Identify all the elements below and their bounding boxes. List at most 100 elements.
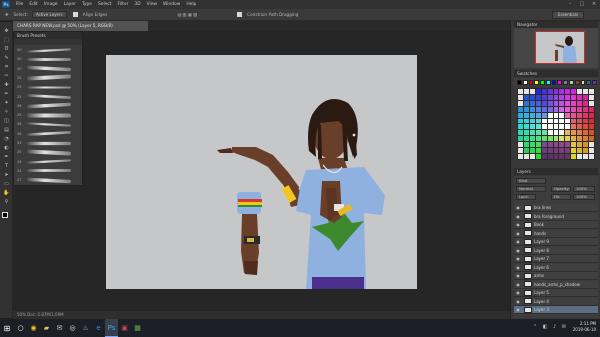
palette-cell[interactable] xyxy=(553,118,559,124)
minimize-icon[interactable]: – xyxy=(564,0,576,9)
chrome-taskbar-icon[interactable]: ◉ xyxy=(27,319,40,337)
palette-cell[interactable] xyxy=(541,142,547,148)
palette-cell[interactable] xyxy=(571,124,577,130)
palette-cell[interactable] xyxy=(553,124,559,130)
layer-row[interactable]: ◉ bra lines xyxy=(514,204,598,212)
palette-cell[interactable] xyxy=(529,154,535,159)
search-taskbar-icon[interactable]: ○ xyxy=(14,319,27,337)
fill-field[interactable]: 100% xyxy=(573,194,595,200)
palette-cell[interactable] xyxy=(559,100,565,106)
palette-cell[interactable] xyxy=(583,112,589,118)
palette-cell[interactable] xyxy=(529,89,535,94)
swatch-color[interactable] xyxy=(545,79,551,85)
palette-cell[interactable] xyxy=(559,89,565,94)
steam-taskbar-icon[interactable]: ♨ xyxy=(79,319,92,337)
layer-row[interactable]: ◉ Layer 6 xyxy=(514,263,598,272)
lasso-tool-icon[interactable]: ʘ xyxy=(3,46,10,52)
eraser-tool-icon[interactable]: ◫ xyxy=(3,118,10,124)
visibility-eye-icon[interactable]: ◉ xyxy=(514,214,522,219)
layer-row[interactable]: ◉ hands xyxy=(514,229,598,238)
palette-cell[interactable] xyxy=(523,124,529,130)
palette-cell[interactable] xyxy=(559,106,565,112)
palette-cell[interactable] xyxy=(589,148,594,154)
palette-cell[interactable] xyxy=(589,154,594,159)
close-icon[interactable]: × xyxy=(588,0,600,9)
swatch-color[interactable] xyxy=(517,79,522,85)
palette-cell[interactable] xyxy=(577,94,583,100)
palette-cell[interactable] xyxy=(559,148,565,154)
palette-cell[interactable] xyxy=(565,130,571,136)
palette-cell[interactable] xyxy=(518,136,523,142)
palette-cell[interactable] xyxy=(535,89,541,94)
layer-row[interactable]: ◉ bra foreground xyxy=(514,212,598,221)
palette-cell[interactable] xyxy=(589,89,594,94)
palette-cell[interactable] xyxy=(553,148,559,154)
palette-cell[interactable] xyxy=(529,148,535,154)
palette-cell[interactable] xyxy=(583,94,589,100)
palette-cell[interactable] xyxy=(518,154,523,159)
palette-cell[interactable] xyxy=(571,106,577,112)
brush-tool-icon[interactable]: ✏ xyxy=(3,91,10,97)
palette-cell[interactable] xyxy=(535,148,541,154)
palette-cell[interactable] xyxy=(529,124,535,130)
menu-image[interactable]: Image xyxy=(41,0,61,9)
palette-cell[interactable] xyxy=(518,142,523,148)
swatch-color[interactable] xyxy=(574,79,580,85)
menu-edit[interactable]: Edit xyxy=(26,0,41,9)
palette-cell[interactable] xyxy=(583,148,589,154)
app-taskbar-icon[interactable]: ▣ xyxy=(118,319,131,337)
palette-cell[interactable] xyxy=(547,130,553,136)
palette-cell[interactable] xyxy=(547,142,553,148)
align-edges-checkbox[interactable] xyxy=(72,12,78,17)
quick-select-tool-icon[interactable]: ✎ xyxy=(3,55,10,61)
palette-cell[interactable] xyxy=(535,124,541,130)
palette-cell[interactable] xyxy=(547,124,553,130)
palette-cell[interactable] xyxy=(523,106,529,112)
visibility-eye-icon[interactable]: ◉ xyxy=(514,273,522,278)
shape-tool-icon[interactable]: ▭ xyxy=(3,181,10,187)
visibility-eye-icon[interactable]: ◉ xyxy=(514,256,522,261)
palette-cell[interactable] xyxy=(547,100,553,106)
menu-help[interactable]: Help xyxy=(183,0,199,9)
palette-cell[interactable] xyxy=(541,130,547,136)
menu-window[interactable]: Window xyxy=(160,0,183,9)
edge-taskbar-icon[interactable]: e xyxy=(92,319,105,337)
menu-type[interactable]: Type xyxy=(79,0,95,9)
history-brush-tool-icon[interactable]: ✧ xyxy=(3,109,10,115)
crop-tool-icon[interactable]: ⌗ xyxy=(3,64,10,70)
layer-row[interactable]: ◉ Layer 4 xyxy=(514,297,598,306)
palette-cell[interactable] xyxy=(547,136,553,142)
brush-preset-item[interactable]: 27 xyxy=(17,176,79,184)
visibility-eye-icon[interactable]: ◉ xyxy=(514,205,522,210)
swatch-color[interactable] xyxy=(563,79,569,85)
clone-tool-icon[interactable]: ✦ xyxy=(3,100,10,106)
palette-cell[interactable] xyxy=(535,142,541,148)
palette-cell[interactable] xyxy=(577,148,583,154)
palette-cell[interactable] xyxy=(547,154,553,159)
palette-cell[interactable] xyxy=(518,89,523,94)
palette-cell[interactable] xyxy=(518,124,523,130)
system-tray-icons[interactable]: ⌃ ◧ ♪ ✉ xyxy=(533,324,568,330)
palette-cell[interactable] xyxy=(565,100,571,106)
align-icons[interactable]: ▤ ▥ ▦ ▧ xyxy=(177,12,197,17)
palette-cell[interactable] xyxy=(529,100,535,106)
layer-row[interactable]: ◉ Layer 5 xyxy=(514,289,598,297)
move-tool-icon[interactable]: ✥ xyxy=(5,12,9,17)
file-explorer-taskbar-icon[interactable]: ▰ xyxy=(40,319,53,337)
palette-cell[interactable] xyxy=(565,154,571,159)
palette-cell[interactable] xyxy=(577,124,583,130)
palette-cell[interactable] xyxy=(541,94,547,100)
brush-preset-item[interactable]: 36 xyxy=(17,102,79,110)
palette-cell[interactable] xyxy=(565,136,571,142)
palette-cell[interactable] xyxy=(523,100,529,106)
visibility-eye-icon[interactable]: ◉ xyxy=(514,265,522,270)
palette-cell[interactable] xyxy=(523,130,529,136)
photoshop-taskbar-icon[interactable]: Ps xyxy=(105,319,118,337)
layer-kind-filter[interactable]: Kind xyxy=(516,178,546,184)
palette-cell[interactable] xyxy=(553,136,559,142)
visibility-eye-icon[interactable]: ◉ xyxy=(514,299,522,304)
zoom-tool-icon[interactable]: ⚲ xyxy=(3,199,10,205)
mail-taskbar-icon[interactable]: ✉ xyxy=(53,319,66,337)
palette-cell[interactable] xyxy=(518,94,523,100)
swatch-color[interactable] xyxy=(557,79,563,85)
